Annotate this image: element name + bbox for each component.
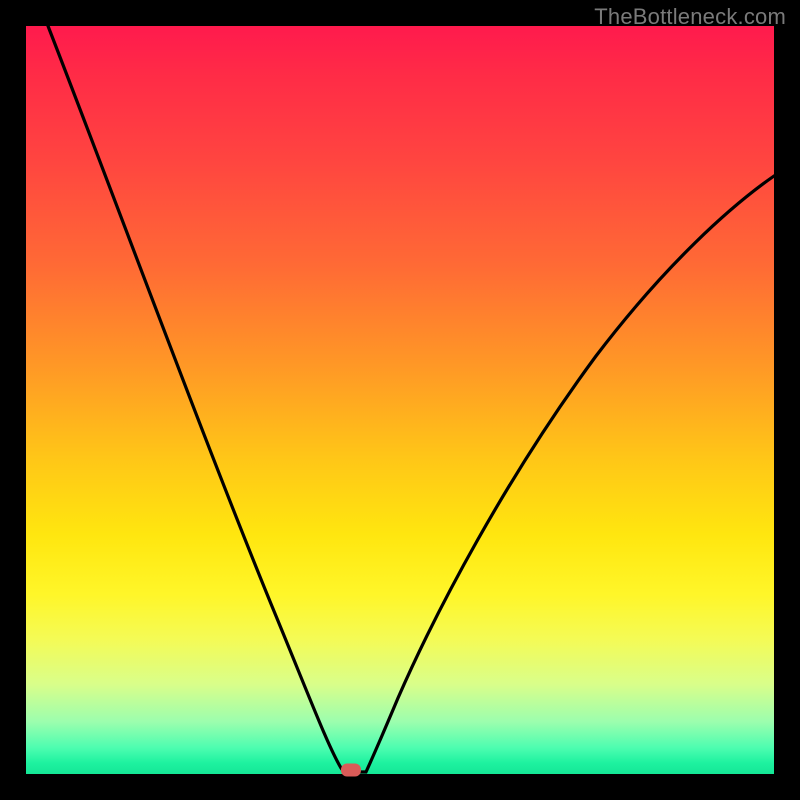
optimum-marker xyxy=(341,764,361,777)
watermark-text: TheBottleneck.com xyxy=(594,4,786,30)
curve-path xyxy=(48,26,774,772)
plot-area xyxy=(26,26,774,774)
bottleneck-curve xyxy=(26,26,774,774)
chart-frame: TheBottleneck.com xyxy=(0,0,800,800)
